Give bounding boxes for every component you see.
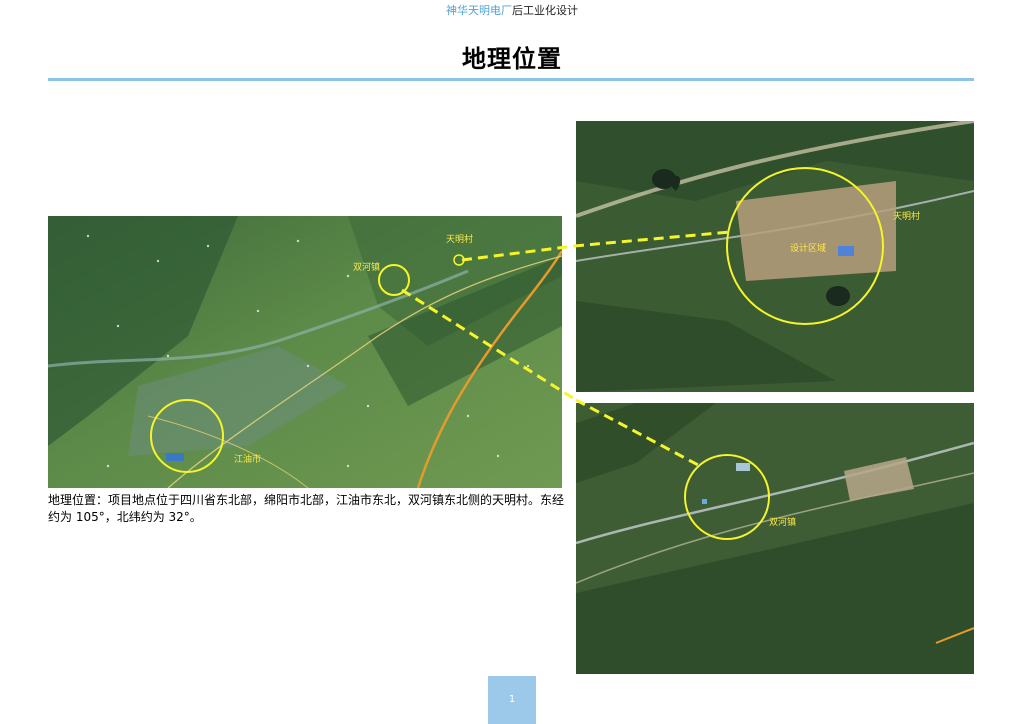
aerial-bottom-graphic: 双河镇 — [576, 403, 974, 674]
title-rule — [48, 78, 974, 81]
aerial-top-graphic: 设计区域 天明村 — [576, 121, 974, 392]
aerial-view-shuanghe-town: 双河镇 — [576, 403, 974, 674]
page-number: 1 — [488, 676, 536, 724]
map-label-shuanghe-town: 双河镇 — [353, 261, 380, 273]
running-header-accent: 神华天明电厂 — [446, 4, 512, 17]
page-title: 地理位置 — [462, 45, 562, 73]
map-label-tianming-village: 天明村 — [446, 233, 473, 245]
running-header-plain: 后工业化设计 — [512, 4, 578, 17]
map-label-jiangyou-city: 江油市 — [234, 453, 261, 465]
running-header: 神华天明电厂后工业化设计 — [0, 4, 1024, 18]
aerial-view-design-area: 设计区域 天明村 — [576, 121, 974, 392]
aerial-label-tianming-village: 天明村 — [893, 210, 920, 222]
aerial-label-design-area: 设计区域 — [790, 242, 826, 254]
location-caption: 地理位置：项目地点位于四川省东北部，绵阳市北部，江油市东北，双河镇东北侧的天明村… — [48, 493, 565, 524]
regional-satellite-map: 天明村 双河镇 江油市 — [48, 216, 562, 488]
aerial-label-shuanghe-town: 双河镇 — [769, 516, 796, 528]
regional-map-graphic: 天明村 双河镇 江油市 — [48, 216, 562, 488]
